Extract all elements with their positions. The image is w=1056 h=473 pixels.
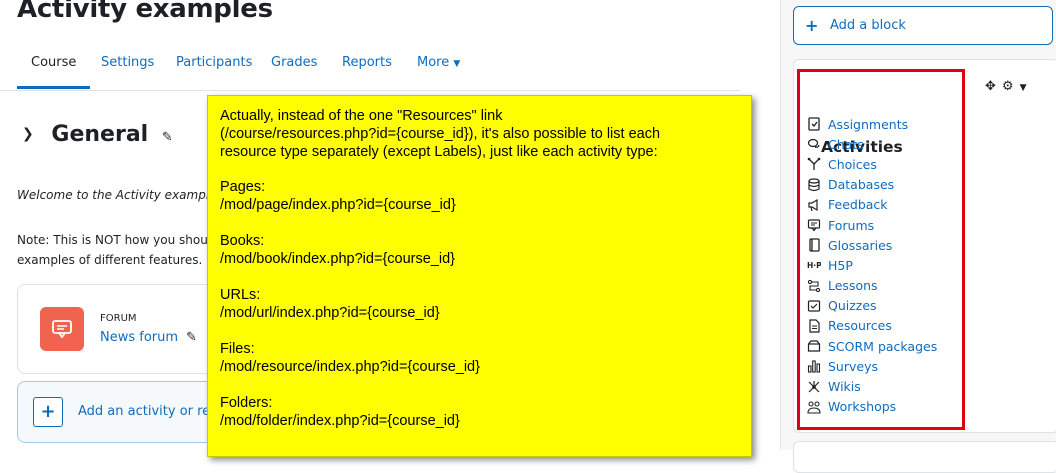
activity-link-surveys[interactable]: Surveys [807, 356, 937, 376]
move-icon[interactable]: ✥ [985, 79, 996, 94]
activity-type-label: FORUM [100, 313, 137, 324]
block-controls: ✥ ⚙ ▼ [985, 79, 1032, 94]
add-block-label: Add a block [830, 18, 906, 33]
forum-icon [40, 307, 84, 351]
sticky-entry-name: Pages: [220, 179, 266, 195]
assignment-icon [807, 117, 821, 131]
tab-reports[interactable]: Reports [342, 38, 392, 89]
next-block [793, 441, 1056, 473]
sticky-entry-name: Folders: [220, 395, 273, 411]
glossary-icon [807, 238, 821, 252]
tab-course[interactable]: Course [17, 38, 91, 89]
add-block-button[interactable]: + Add a block [793, 6, 1053, 45]
svg-text:H·P: H·P [807, 261, 821, 270]
activity-link-choices[interactable]: Choices [807, 154, 937, 174]
activity-link-workshops[interactable]: Workshops [807, 397, 937, 417]
section-note-text: Note: This is NOT how you shoul examples… [17, 233, 212, 267]
tab-grades[interactable]: Grades [271, 38, 317, 89]
activity-label: Feedback [828, 197, 888, 213]
activity-label: Quizzes [828, 298, 877, 314]
sticky-entry-url: /mod/resource/index.php?id={course_id} [220, 359, 480, 375]
tab-more-label: More [417, 55, 450, 70]
sticky-entry-url: /mod/page/index.php?id={course_id} [220, 197, 456, 213]
activity-label: SCORM packages [828, 338, 938, 354]
activity-link-h5p[interactable]: H·P H5P [807, 255, 937, 275]
activity-label: H5P [828, 257, 853, 273]
activity-label: Assignments [828, 116, 909, 132]
activity-label: Forums [828, 217, 875, 233]
survey-icon [807, 359, 821, 373]
lesson-icon [807, 279, 821, 293]
activity-link-resources[interactable]: Resources [807, 316, 937, 336]
activity-label: Glossaries [828, 237, 893, 253]
resource-icon [807, 319, 821, 333]
plus-icon: + [33, 397, 63, 427]
quiz-icon [807, 299, 821, 313]
sticky-entry-name: Files: [220, 341, 255, 357]
activity-link-lessons[interactable]: Lessons [807, 276, 937, 296]
forum-icon [807, 218, 821, 232]
pencil-icon[interactable]: ✎ [162, 130, 173, 145]
forum-name[interactable]: News forum [100, 330, 178, 345]
workshop-icon [807, 400, 821, 414]
sticky-entry-url: /mod/url/index.php?id={course_id} [220, 305, 440, 321]
sticky-entry-url: /mod/book/index.php?id={course_id} [220, 251, 455, 267]
chevron-down-icon[interactable]: ▼ [1020, 83, 1027, 93]
activity-label: Databases [828, 177, 895, 193]
tab-more[interactable]: More ▼ [417, 38, 460, 89]
activity-label: Workshops [828, 399, 897, 415]
pencil-icon[interactable]: ✎ [186, 330, 197, 345]
chevron-down-icon: ▼ [453, 59, 461, 69]
page-title: Activity examples [17, 0, 273, 24]
activity-link-feedback[interactable]: Feedback [807, 195, 937, 215]
section-title: General [51, 122, 149, 147]
activity-label: Wikis [828, 379, 861, 395]
activity-link-wikis[interactable]: Wikis [807, 376, 937, 396]
feedback-icon [807, 198, 821, 212]
forum-link[interactable]: News forum ✎ [100, 330, 197, 345]
activity-label: Chats [828, 136, 864, 152]
sticky-entry-name: Books: [220, 233, 265, 249]
tab-participants[interactable]: Participants [176, 38, 252, 89]
wiki-icon [807, 380, 821, 394]
h5p-icon: H·P [807, 258, 821, 272]
activity-label: Lessons [828, 278, 878, 294]
sticky-entry-url: /mod/folder/index.php?id={course_id} [220, 413, 460, 429]
gear-icon[interactable]: ⚙ [1002, 79, 1014, 94]
plus-icon: + [805, 16, 819, 35]
activity-link-forums[interactable]: Forums [807, 215, 937, 235]
sticky-entry-name: URLs: [220, 287, 261, 303]
add-activity-label: Add an activity or reso [78, 404, 225, 419]
sticky-intro: Actually, instead of the one "Resources"… [220, 108, 661, 160]
tab-settings[interactable]: Settings [101, 38, 154, 89]
activities-list: Assignments Chats Choices Databases Feed… [807, 114, 937, 417]
chevron-down-icon[interactable]: ❯ [22, 126, 34, 142]
choice-icon [807, 157, 821, 171]
course-nav-tabs: Course Settings Participants Grades Repo… [0, 38, 740, 91]
activity-link-scorm[interactable]: SCORM packages [807, 336, 937, 356]
sticky-note: Actually, instead of the one "Resources"… [207, 95, 752, 457]
chat-icon [807, 137, 821, 151]
activity-link-quizzes[interactable]: Quizzes [807, 296, 937, 316]
database-icon [807, 178, 821, 192]
activity-link-chats[interactable]: Chats [807, 134, 937, 154]
activity-label: Resources [828, 318, 892, 334]
activity-link-glossaries[interactable]: Glossaries [807, 235, 937, 255]
section-welcome-text: Welcome to the Activity examples [17, 188, 223, 202]
activity-label: Choices [828, 156, 877, 172]
activity-label: Surveys [828, 358, 878, 374]
activity-link-databases[interactable]: Databases [807, 175, 937, 195]
section-header: ❯ General ✎ [22, 122, 173, 147]
activity-link-assignments[interactable]: Assignments [807, 114, 937, 134]
scorm-icon [807, 339, 821, 353]
